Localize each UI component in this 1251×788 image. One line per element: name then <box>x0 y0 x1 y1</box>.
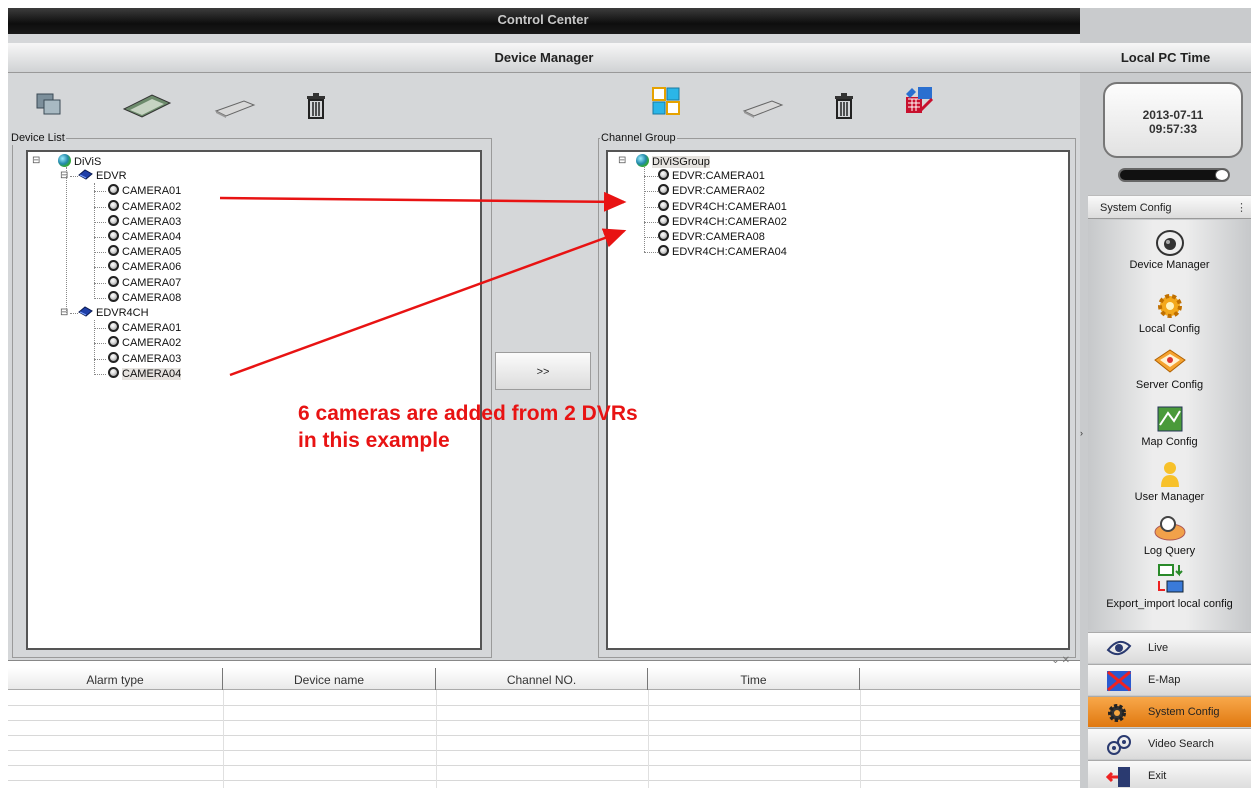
annotation-line-1: 6 cameras are added from 2 DVRs <box>298 402 638 425</box>
annotation-text: 6 cameras are added from 2 DVRs in this … <box>298 400 638 454</box>
annotation-arrow-1 <box>219 191 627 212</box>
annotation-arrows <box>219 191 627 377</box>
control-center-window: Control Center ✕ Device Manager <box>8 8 1251 788</box>
annotation-arrow-2 <box>229 228 627 377</box>
annotation-line-2: in this example <box>298 429 450 452</box>
